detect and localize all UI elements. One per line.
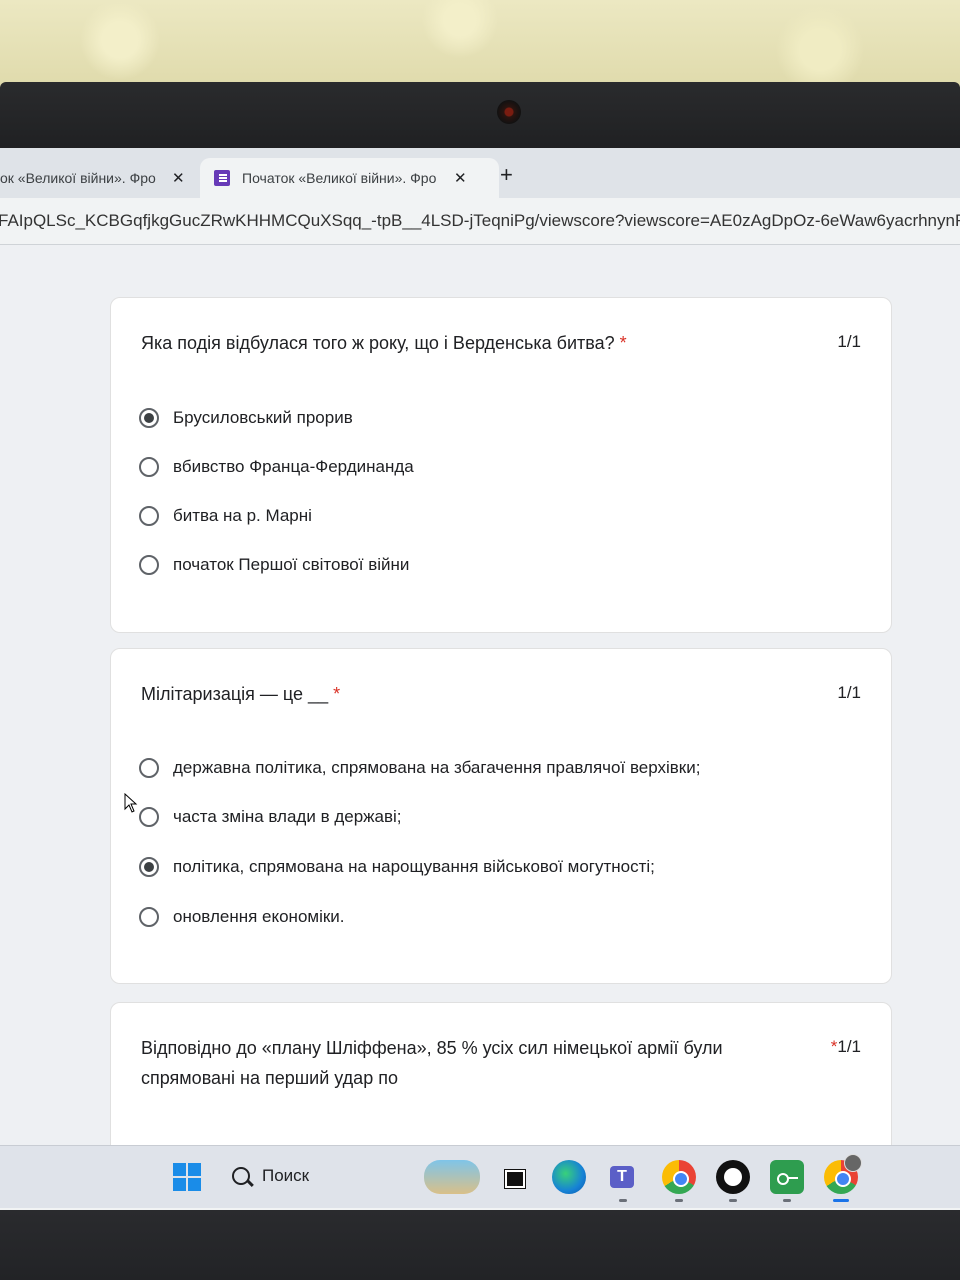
question-title: Мілітаризація — це __ * [141,679,340,709]
answer-option[interactable]: битва на р. Марні [139,506,312,526]
question-score: 1/1 [837,332,861,351]
question-text-line: Відповідно до «плану Шліффена», 85 % усі… [141,1038,723,1058]
url-text: FAIpQLSc_KCBGqfjkgGucZRwKHHMCQuXSqq_-tpB… [0,211,960,230]
question-text: Мілітаризація — це __ [141,684,329,704]
option-label: оновлення економіки. [173,907,345,926]
option-label: політика, спрямована на нарощування війс… [173,857,655,876]
new-tab-button[interactable]: + [500,162,513,188]
address-bar[interactable]: FAIpQLSc_KCBGqfjkgGucZRwKHHMCQuXSqq_-tpB… [0,198,960,245]
option-label: початок Першої світової війни [173,555,410,574]
running-indicator [675,1199,683,1202]
active-indicator [833,1199,849,1202]
taskbar: Поиск T [0,1145,960,1208]
writer-app-icon[interactable] [716,1160,750,1202]
radio-icon[interactable] [139,457,159,477]
answer-option[interactable]: вбивство Франца-Фердинанда [139,457,414,477]
laptop-bottom-bezel [0,1210,960,1280]
answer-option[interactable]: початок Першої світової війни [139,555,409,575]
answer-option[interactable]: державна політика, спрямована на збагаче… [139,758,700,778]
mouse-cursor-icon [124,793,138,813]
radio-icon[interactable] [139,506,159,526]
question-text: Яка подія відбулася того ж року, що і Ве… [141,333,615,353]
task-view-icon[interactable] [497,1160,531,1194]
option-label: державна політика, спрямована на збагаче… [173,758,701,777]
radio-icon[interactable] [139,758,159,778]
screen: ок «Великої війни». Фро ✕ Початок «Велик… [0,148,960,1210]
question-title: Яка подія відбулася того ж року, що і Ве… [141,328,627,358]
question-card: Яка подія відбулася того ж року, що і Ве… [110,297,892,633]
tab-active[interactable]: Початок «Великої війни». Фро ✕ [200,158,499,198]
option-label: часта зміна влади в державі; [173,807,402,826]
search-icon [232,1167,250,1185]
answer-option[interactable]: часта зміна влади в державі; [139,807,402,827]
radio-icon[interactable] [139,807,159,827]
laptop-bezel [0,82,960,152]
form-page: Яка подія відбулася того ж року, що і Ве… [0,245,960,1202]
key-app-icon[interactable] [770,1160,804,1202]
search-label: Поиск [262,1166,310,1185]
teams-icon[interactable]: T [606,1160,640,1202]
answer-option[interactable]: політика, спрямована на нарощування війс… [139,857,655,877]
tab-inactive[interactable]: ок «Великої війни». Фро ✕ [0,158,195,198]
option-label: Брусиловський прорив [173,408,353,427]
required-marker: * [619,333,627,353]
windows-start-icon[interactable] [170,1160,204,1194]
question-text-line: спрямовані на перший удар по [141,1068,398,1088]
radio-icon[interactable] [139,907,159,927]
question-score: 1/1 [837,683,861,702]
tab-close-icon[interactable]: ✕ [172,169,185,187]
edge-icon[interactable] [552,1160,586,1194]
running-indicator [619,1199,627,1202]
widgets-icon[interactable] [424,1160,480,1194]
google-forms-icon [214,170,230,186]
option-label: битва на р. Марні [173,506,312,525]
radio-icon[interactable] [139,555,159,575]
tab-label: ок «Великої війни». Фро [0,170,156,186]
tab-close-icon[interactable]: ✕ [454,169,467,187]
radio-selected-icon[interactable] [139,408,159,428]
chrome-profile-icon[interactable] [824,1154,862,1202]
radio-selected-icon[interactable] [139,857,159,877]
question-card: Мілітаризація — це __ * 1/1 державна пол… [110,648,892,984]
tab-strip: ок «Великої війни». Фро ✕ Початок «Велик… [0,148,960,198]
option-label: вбивство Франца-Фердинанда [173,457,414,476]
chrome-icon[interactable] [662,1160,696,1202]
question-score: *1/1 [831,1037,861,1057]
question-title: Відповідно до «плану Шліффена», 85 % усі… [141,1033,723,1093]
webcam-icon [497,100,521,124]
score-value: 1/1 [837,1037,861,1056]
taskbar-search[interactable]: Поиск [222,1156,422,1196]
required-marker: * [333,684,341,704]
answer-option[interactable]: оновлення економіки. [139,907,345,927]
running-indicator [783,1199,791,1202]
answer-option[interactable]: Брусиловський прорив [139,408,353,428]
running-indicator [729,1199,737,1202]
tab-label: Початок «Великої війни». Фро [242,170,437,186]
